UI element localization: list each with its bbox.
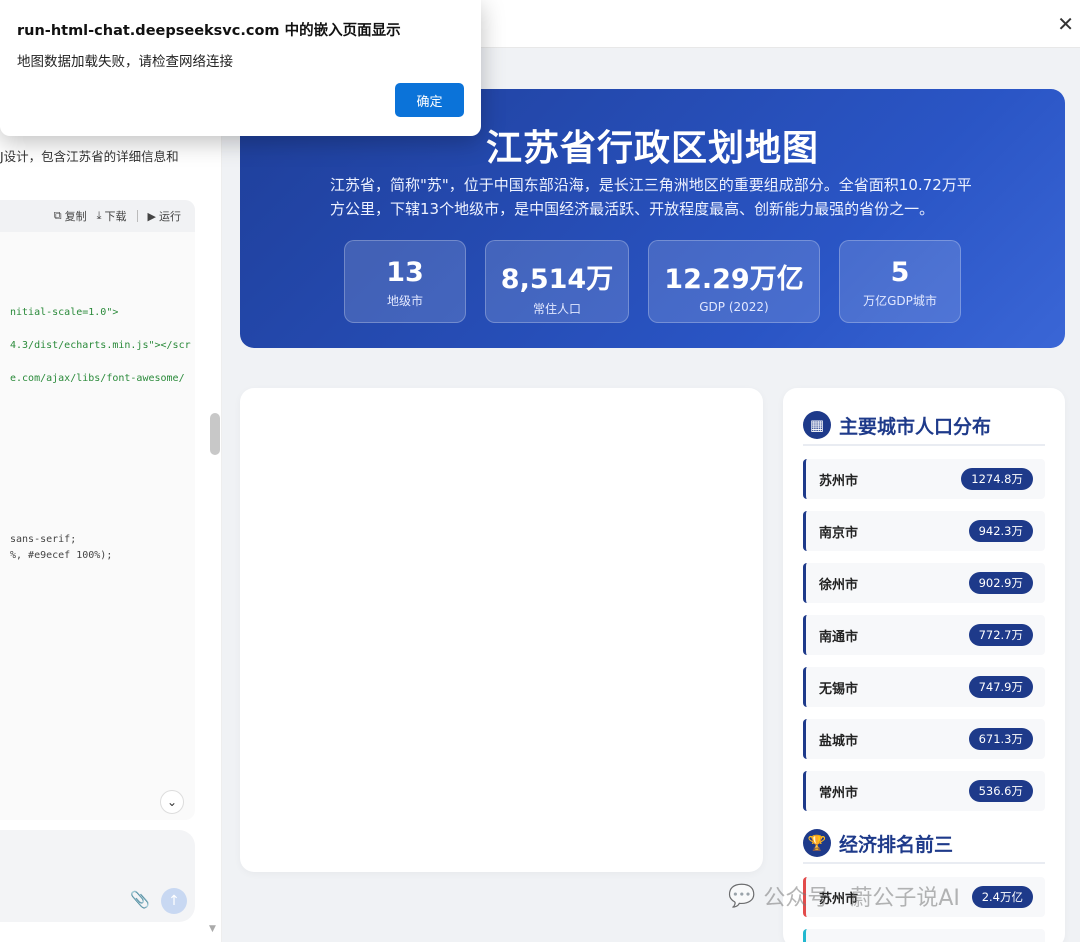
dialog-title: run-html-chat.deepseeksvc.com 中的嵌入页面显示 — [17, 23, 401, 39]
population-badge: 536.6万 — [968, 780, 1033, 802]
city-row[interactable]: 常州市 536.6万 — [803, 771, 1045, 811]
population-badge: 902.9万 — [968, 572, 1033, 594]
toolbar-divider — [136, 210, 138, 222]
ok-button[interactable]: 确定 — [395, 83, 464, 117]
wechat-icon: 💬 — [728, 883, 756, 909]
code-line: nitial-scale=1.0"> — [10, 307, 119, 318]
code-toolbar: ⧉ 复制 ⤓ 下载 ▶ 运行 — [0, 200, 195, 232]
chat-description: J设计，包含江苏省的详细信息和 — [0, 149, 179, 164]
watermark-text: 公众号 · 蔚公子说AI — [763, 886, 960, 911]
city-name: 苏州市 — [819, 473, 859, 489]
city-icon: ▦ — [803, 411, 831, 439]
stat-card: 12.29万亿 GDP (2022) — [648, 240, 820, 323]
copy-button[interactable]: ⧉ 复制 — [54, 208, 87, 224]
chat-pane: J设计，包含江苏省的详细信息和 ⧉ 复制 ⤓ 下载 ▶ 运行 nitial-scale… — [0, 0, 222, 942]
dialog-message: 地图数据加载失败，请检查网络连接 — [17, 54, 233, 70]
hero-description: 江苏省，简称"苏"，位于中国东部沿海，是长江三角洲地区的重要组成部分。全省面积1… — [330, 176, 972, 218]
population-badge: 671.3万 — [968, 728, 1033, 750]
stat-value: 8,514万 — [500, 264, 614, 295]
city-row[interactable]: 无锡市 747.9万 — [803, 667, 1045, 707]
stat-value: 5 — [890, 257, 910, 288]
send-button[interactable]: ↑ — [161, 888, 187, 914]
city-name: 徐州市 — [819, 577, 859, 593]
code-block: ⧉ 复制 ⤓ 下载 ▶ 运行 — [0, 200, 195, 820]
arrow-up-icon: ↑ — [168, 893, 180, 909]
close-icon[interactable]: ✕ — [1057, 12, 1074, 36]
city-name: 常州市 — [819, 785, 859, 801]
scrollbar-thumb[interactable] — [210, 413, 220, 455]
stat-card: 5 万亿GDP城市 — [839, 240, 961, 323]
trophy-icon: 🏆 — [803, 829, 831, 857]
city-row[interactable]: 盐城市 671.3万 — [803, 719, 1045, 759]
chevron-down-icon: ⌄ — [166, 795, 178, 809]
run-button[interactable]: ▶ 运行 — [148, 208, 181, 224]
city-name: 盐城市 — [819, 733, 859, 749]
city-name: 南京市 — [819, 525, 859, 541]
code-line: 4.3/dist/echarts.min.js"></scr — [10, 340, 191, 351]
stat-value: 13 — [386, 257, 424, 288]
economy-section-header: 🏆 经济排名前三 — [803, 824, 1045, 864]
economy-row[interactable] — [803, 929, 1045, 942]
watermark: 💬 公众号 · 蔚公子说AI — [728, 880, 960, 912]
city-name: 无锡市 — [819, 681, 859, 697]
download-button[interactable]: ⤓ 下载 — [97, 208, 127, 224]
city-row[interactable]: 苏州市 1274.8万 — [803, 459, 1045, 499]
scroll-down-arrow-icon[interactable]: ▼ — [209, 924, 216, 934]
stat-card: 13 地级市 — [344, 240, 466, 323]
preview-pane: ✕ 江苏省行政区划地图 江苏省，简称"苏"，位于中国东部沿海，是长江三角洲地区的… — [222, 0, 1080, 942]
code-line: %, #e9ecef 100%); — [10, 550, 113, 561]
population-section-title: 主要城市人口分布 — [839, 415, 992, 438]
copy-icon: ⧉ — [53, 209, 62, 222]
scroll-to-bottom-button[interactable]: ⌄ — [160, 790, 184, 814]
paperclip-icon[interactable]: 📎 — [130, 890, 150, 909]
economy-section-title: 经济排名前三 — [839, 833, 954, 856]
city-info-panel: ▦ 主要城市人口分布 苏州市 1274.8万 南京市 942.3万 徐州市 90… — [783, 388, 1065, 942]
stat-label: 万亿GDP城市 — [863, 294, 937, 308]
code-line: e.com/ajax/libs/font-awesome/ — [10, 373, 185, 384]
download-icon: ⤓ — [96, 209, 102, 222]
stat-label: GDP (2022) — [699, 300, 769, 314]
population-badge: 747.9万 — [968, 676, 1033, 698]
play-icon: ▶ — [147, 209, 156, 223]
city-name: 南通市 — [819, 629, 859, 645]
stat-card: 8,514万 常住人口 — [485, 240, 629, 323]
population-section-header: ▦ 主要城市人口分布 — [803, 406, 1045, 446]
population-badge: 1274.8万 — [961, 468, 1033, 490]
stat-label: 地级市 — [386, 294, 423, 308]
stat-value: 12.29万亿 — [664, 264, 804, 295]
code-line: sans-serif; — [10, 534, 77, 545]
gdp-badge: 2.4万亿 — [971, 886, 1033, 908]
city-row[interactable]: 南通市 772.7万 — [803, 615, 1045, 655]
map-container[interactable] — [240, 388, 763, 872]
alert-dialog: run-html-chat.deepseeksvc.com 中的嵌入页面显示 地… — [0, 0, 481, 136]
population-badge: 772.7万 — [968, 624, 1033, 646]
population-badge: 942.3万 — [968, 520, 1033, 542]
stat-label: 常住人口 — [532, 302, 581, 316]
city-row[interactable]: 南京市 942.3万 — [803, 511, 1045, 551]
city-row[interactable]: 徐州市 902.9万 — [803, 563, 1045, 603]
